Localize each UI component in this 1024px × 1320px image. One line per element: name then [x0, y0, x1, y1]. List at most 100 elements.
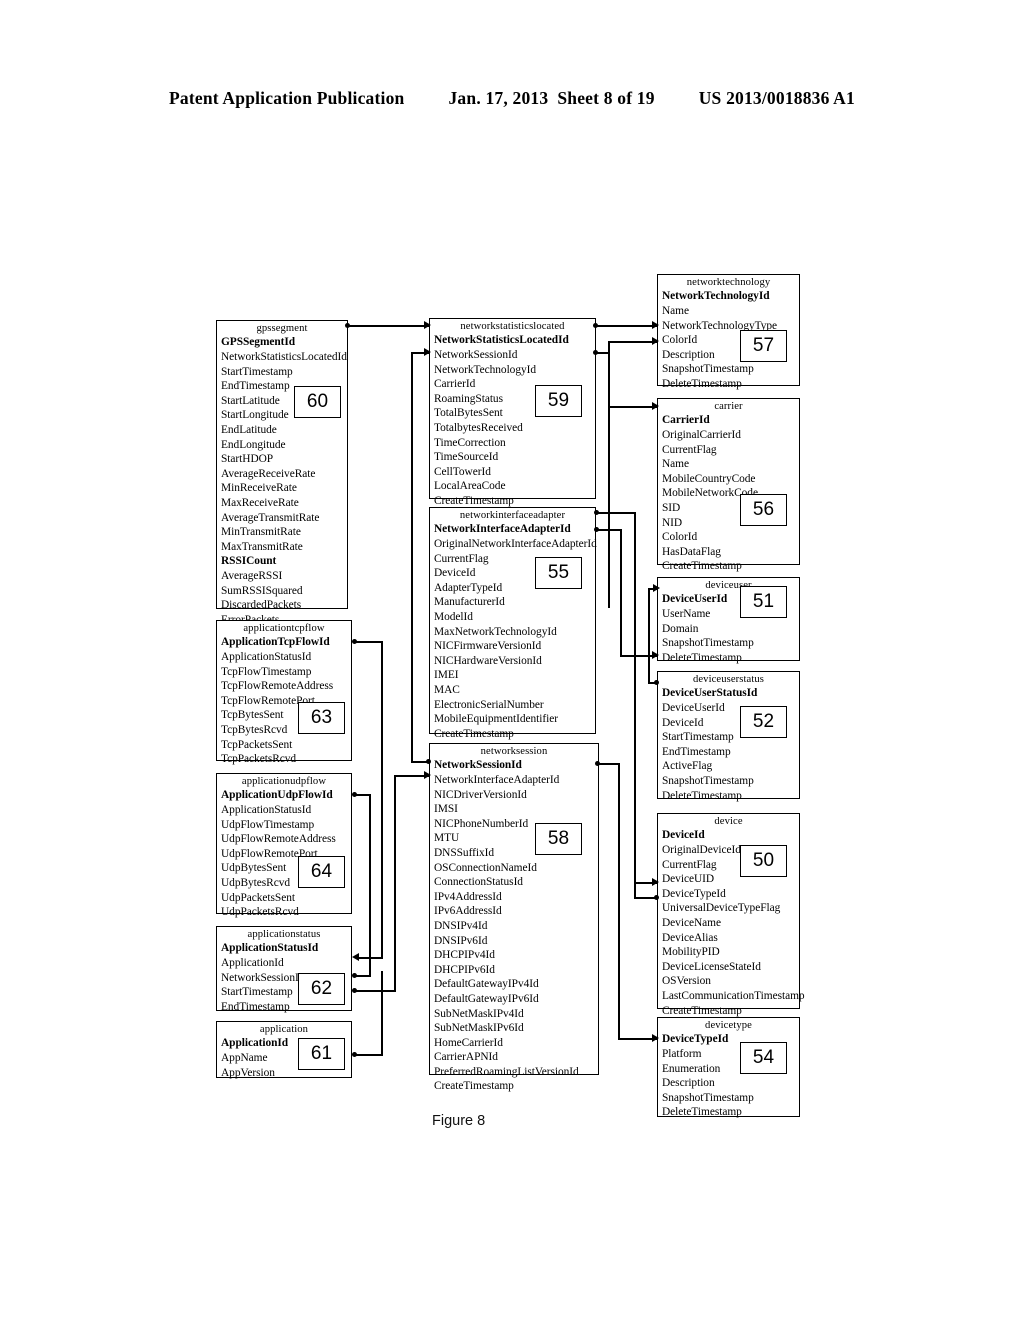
connector-nia-right-2 — [597, 529, 622, 531]
attribute: SnapshotTimestamp — [662, 637, 754, 650]
attribute: SubNetMaskIPv6Id — [434, 1022, 524, 1035]
entity-networkinterfaceadapter[interactable]: networkinterfaceadapter NetworkInterface… — [429, 507, 597, 740]
attribute: EndLongitude — [221, 438, 286, 451]
entity-device[interactable]: device DeviceId OriginalDeviceId Current… — [657, 813, 805, 1017]
attribute-list: NetworkInterfaceAdapterId OriginalNetwor… — [430, 522, 597, 741]
patent-number: US 2013/0018836 A1 — [698, 88, 855, 108]
attribute: CellTowerId — [434, 465, 491, 478]
entity-title: applicationtcpflow — [243, 623, 325, 634]
entity-applicationudpflow[interactable]: applicationudpflow ApplicationUdpFlowId … — [216, 773, 352, 918]
entity-gpssegment[interactable]: gpssegment GPSSegmentId NetworkStatistic… — [216, 320, 348, 626]
attribute: NICHardwareVersionId — [434, 654, 542, 667]
attribute: NetworkTechnologyId — [434, 363, 537, 376]
entity-title: deviceuserstatus — [692, 674, 765, 685]
entity-networksession[interactable]: networksession NetworkSessionId NetworkI… — [429, 743, 599, 1092]
reference-number-62: 62 — [298, 973, 345, 1005]
attribute: CurrentFlag — [662, 443, 717, 456]
connector-tcpflow-riser — [381, 641, 383, 959]
attribute: Name — [662, 458, 689, 471]
attribute: OSVersion — [662, 975, 711, 988]
connector-nia-right — [597, 512, 636, 514]
attribute: TcpPacketsRcvd — [221, 753, 297, 766]
connector-status-riser — [394, 775, 396, 990]
attribute: AverageReceiveRate — [221, 467, 316, 480]
attribute: ApplicationStatusId — [221, 651, 312, 663]
connector-dot — [352, 791, 358, 797]
entity-title: networktechnology — [686, 277, 771, 288]
connector-dot — [594, 526, 600, 532]
attribute: MaxReceiveRate — [221, 496, 299, 509]
page-header: Patent Application Publication Jan. 17, … — [0, 88, 1024, 109]
connector-arrow — [352, 952, 359, 961]
attribute-list: GPSSegmentId NetworkStatisticsLocatedId … — [217, 335, 347, 627]
entity-title: networkstatisticslocated — [460, 321, 565, 332]
connector-arrow — [652, 401, 659, 410]
connector-nsl-networktechnology — [596, 325, 657, 327]
attribute: NetworkInterfaceAdapterId — [434, 774, 560, 786]
reference-number-51: 51 — [740, 586, 787, 618]
attribute: MobilityPID — [662, 946, 720, 959]
attribute: TimeCorrection — [434, 436, 506, 449]
sheet-number: Sheet 8 of 19 — [557, 88, 655, 108]
attribute: AverageRSSI — [221, 569, 283, 582]
entity-applicationtcpflow[interactable]: applicationtcpflow ApplicationTcpFlowId … — [216, 620, 352, 765]
connector-dot — [345, 322, 351, 328]
attribute: IPv4AddressId — [434, 890, 502, 903]
attribute: Name — [662, 305, 689, 317]
reference-number-50: 50 — [740, 845, 787, 877]
attribute: SnapshotTimestamp — [662, 363, 754, 376]
attribute: MobileEquipmentIdentifier — [434, 713, 559, 726]
attribute: IMSI — [434, 803, 458, 816]
entity-title: carrier — [714, 401, 743, 412]
attribute: DNSIPv4Id — [434, 919, 488, 932]
attribute: SnapshotTimestamp — [662, 1091, 754, 1104]
attribute-list: DeviceUserStatusId DeviceUserId DeviceId… — [658, 686, 799, 803]
connector-dot — [593, 322, 599, 328]
connector-arrow — [652, 336, 659, 345]
attribute: LocalAreaCode — [434, 480, 506, 493]
attribute: DeviceLicenseStateId — [662, 960, 761, 973]
connector-nsl-down — [608, 352, 610, 608]
figure-caption: Figure 8 — [432, 1113, 486, 1129]
attribute: CreateTimestamp — [662, 560, 742, 573]
attribute: TcpFlowTimestamp — [221, 665, 312, 678]
attribute: CreateTimestamp — [434, 727, 514, 740]
attribute: CarrierAPNId — [434, 1051, 498, 1064]
reference-number-55: 55 — [535, 557, 582, 589]
attribute: UdpPacketsSent — [221, 891, 295, 904]
connector-deviceuser-hook — [648, 588, 650, 684]
attribute: DHCPIPv4Id — [434, 949, 495, 962]
attribute: ElectronicSerialNumber — [434, 698, 544, 711]
attribute: DeleteTimestamp — [662, 651, 742, 664]
entity-title: devicetype — [705, 1020, 752, 1031]
attribute: UdpPacketsRcvd — [221, 906, 299, 919]
attribute: DHCPIPv6Id — [434, 963, 495, 976]
attribute: HomeCarrierId — [434, 1036, 503, 1049]
attribute: StartHDOP — [221, 453, 274, 466]
connector-arrow — [653, 583, 660, 592]
connector-arrow — [424, 347, 431, 356]
attribute-list: NetworkSessionId NetworkInterfaceAdapter… — [430, 758, 598, 1094]
entity-carrier[interactable]: carrier CarrierId OriginalCarrierId Curr… — [657, 398, 800, 572]
entity-title: applicationstatus — [247, 929, 321, 940]
attribute: SumRSSISquared — [221, 584, 303, 597]
connector-arrow — [424, 770, 431, 779]
connector-nsl-networktechnology-2 — [608, 341, 657, 343]
connector-arrow — [652, 650, 659, 659]
connector-networksession-down — [618, 763, 620, 1040]
attribute: IPv6AddressId — [434, 905, 502, 918]
attribute: MinReceiveRate — [221, 482, 297, 495]
reference-number-61: 61 — [298, 1038, 345, 1070]
reference-number-58: 58 — [535, 823, 582, 855]
attribute: MAC — [434, 683, 460, 696]
reference-number-64: 64 — [298, 856, 345, 888]
attribute-pk: DeviceId — [662, 829, 705, 842]
connector-device-stub — [634, 882, 636, 898]
attribute: DefaultGatewayIPv6Id — [434, 992, 539, 1005]
connector-dot — [352, 1051, 358, 1057]
attribute: DeleteTimestamp — [662, 1106, 742, 1119]
reference-number-57: 57 — [740, 330, 787, 362]
connector-application-riser — [381, 971, 383, 1054]
connector-application-right — [355, 1054, 383, 1056]
attribute: TotalbytesReceived — [434, 421, 523, 434]
